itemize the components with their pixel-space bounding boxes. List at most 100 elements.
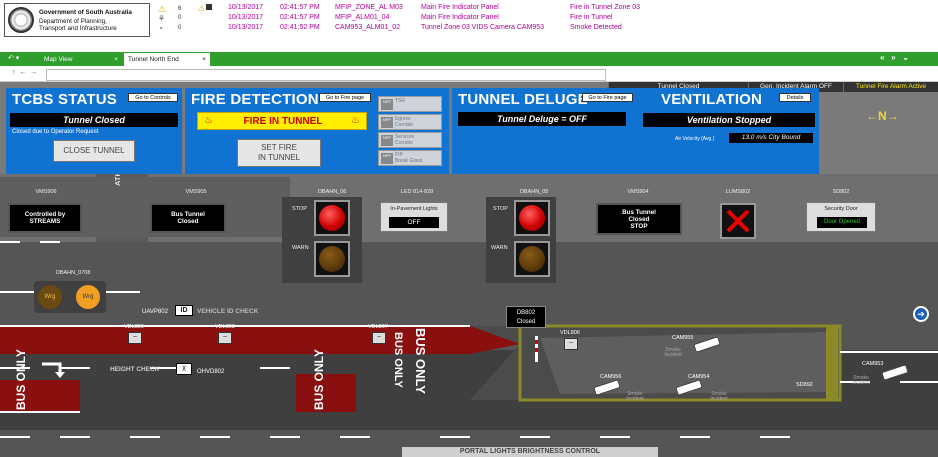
alarm-time: 02:41:57 PM: [280, 4, 320, 11]
fire-item-label-2: Break Glass: [395, 158, 423, 164]
cam953-smoke: Smoke Incident: [852, 375, 870, 386]
security-door[interactable]: Security Door Door Opened: [806, 202, 876, 232]
go-to-fire-page-button[interactable]: Go to Fire page: [319, 93, 371, 102]
warning-small-icon: ⚠: [198, 4, 206, 13]
alarm-count-2: 0: [178, 15, 182, 21]
lums802-sign[interactable]: [720, 203, 756, 239]
warn-label: WARN: [491, 245, 508, 251]
fire-item-label: TSR: [395, 98, 405, 104]
wrg-lamp-left: Wrg: [38, 285, 62, 309]
nav-arrows[interactable]: ↑ ← →: [12, 69, 37, 76]
alarm-date: 10/13/2017: [228, 24, 264, 31]
fire-item-tsr[interactable]: NFP TSR: [378, 96, 442, 112]
alarm-date: 10/13/2017: [228, 14, 264, 21]
logo-line-1: Government of South Australia: [39, 9, 132, 16]
address-input[interactable]: [46, 69, 606, 81]
ventilation-title: VENTILATION: [661, 91, 763, 108]
logo-line-2: Department of Planning,: [39, 18, 107, 25]
set-fire-in-tunnel-button[interactable]: SET FIRE IN TUNNEL: [237, 139, 321, 167]
air-velocity-value: 13.0 m/s City Bound: [729, 133, 813, 143]
fire-item-label-2: Corridor: [395, 140, 414, 146]
obahn0708-label: OBAHN_0708: [55, 270, 91, 276]
fire-item-break-glass[interactable]: NFP FIP Break Glass: [378, 150, 442, 166]
vdl809-icon[interactable]: ~: [128, 332, 142, 344]
close-icon[interactable]: ×: [114, 53, 118, 66]
bus-only-marking: BUS ONLY: [392, 332, 404, 388]
tunnel-deluge-panel: TUNNEL DELUGE Go to Fire page Tunnel Del…: [452, 88, 635, 174]
tab-label: Map View: [44, 56, 73, 63]
height-check-icon[interactable]: ⊼: [176, 363, 192, 375]
nfp-icon: NFP: [381, 117, 393, 128]
wrg-lamp-right: Wrg: [76, 285, 100, 309]
sa-seal-icon: [8, 7, 34, 33]
vdl808-label: VDL808: [215, 324, 235, 330]
vms-line: Closed: [628, 216, 650, 223]
vms904-sign[interactable]: Bus Tunnel Closed STOP: [596, 203, 682, 235]
tcbs-note: Closed due to Operator Request: [12, 129, 99, 135]
close-icon[interactable]: ×: [202, 53, 206, 66]
obahn06-signal[interactable]: STOP WARN: [282, 197, 362, 283]
fire-item-egress[interactable]: NFP Egress Corridor: [378, 114, 442, 130]
cam955-smoke: Smoke Incident: [664, 347, 682, 358]
tab-bar: ↶ ▾ Map View × Tunnel North End × « » ⌄: [0, 52, 938, 66]
tcbs-status-panel: TCBS STATUS Go to Controls Tunnel Closed…: [6, 88, 182, 174]
logo-line-3: Transport and Infrastructure: [39, 25, 117, 32]
fire-item-services[interactable]: NFP Services Corridor: [378, 132, 442, 148]
vdl807-icon[interactable]: ~: [372, 332, 386, 344]
obahn06-label: OBAHN_06: [317, 189, 347, 195]
alarm-time: 02:41:57 PM: [280, 14, 320, 21]
tab-tunnel-north-end[interactable]: Tunnel North End ×: [124, 53, 210, 66]
alarm-counters[interactable]: ⚠ 6 ⚘ 0 ◔ 0 ⚠: [158, 4, 214, 36]
led-label: LED 814-828: [400, 189, 434, 195]
address-bar: ↑ ← →: [0, 66, 938, 82]
back-menu-button[interactable]: ↶ ▾: [8, 54, 19, 62]
nfp-icon: NFP: [381, 135, 393, 146]
bus-only-marking: BUS ONLY: [14, 349, 28, 410]
vdl806-icon[interactable]: ~: [564, 338, 578, 350]
ventilation-details-button[interactable]: Details: [779, 93, 811, 102]
alarm-source: CAM953_ALM01_02: [335, 24, 400, 31]
go-to-controls-button[interactable]: Go to Controls: [128, 93, 178, 102]
stop-label: STOP: [493, 206, 508, 212]
security-door-value: Door Opened: [817, 217, 867, 228]
db802-status: Closed: [516, 319, 536, 325]
vms-line: Bus Tunnel: [171, 211, 205, 218]
close-tunnel-button[interactable]: CLOSE TUNNEL: [53, 140, 135, 162]
red-cross-icon: [726, 209, 750, 233]
tunnel-canvas: ATHENLEY DRIVE Tunnel Closed Gen. Incide…: [0, 82, 938, 457]
alarm-time: 02:41:52 PM: [280, 24, 320, 31]
portal-lights-label[interactable]: PORTAL LIGHTS BRIGHTNESS CONTROL: [402, 448, 658, 455]
vdl808-icon[interactable]: ~: [218, 332, 232, 344]
vms905-sign[interactable]: Bus Tunnel Closed: [150, 203, 226, 233]
govt-logo: Government of South Australia Department…: [4, 3, 150, 37]
in-pavement-lights[interactable]: In-Pavement Lights OFF: [380, 202, 448, 232]
db802-barrier[interactable]: DB802 Closed: [506, 306, 546, 328]
tcbs-title: TCBS STATUS: [12, 91, 117, 108]
vms906-sign[interactable]: Controlled by STREAMS: [8, 203, 82, 233]
sd892-label: SD892: [796, 382, 813, 388]
alarm-source: MFIP_ZONE_AL M03: [335, 4, 403, 11]
stop-label: STOP: [292, 206, 307, 212]
next-section-arrow-icon[interactable]: ➔: [913, 306, 929, 322]
vms906-label: VMS906: [35, 189, 57, 195]
obahn05-signal[interactable]: STOP WARN: [486, 197, 556, 283]
vms905-label: VMS905: [185, 189, 207, 195]
warn-lamp-frame: [514, 241, 550, 277]
cam956-label: CAM956: [600, 374, 622, 380]
uavp802-label: UAVP802: [142, 309, 168, 315]
tab-map-view[interactable]: Map View ×: [40, 53, 122, 66]
north-compass-icon: ←N→: [866, 109, 899, 123]
cam955-label: CAM955: [672, 335, 694, 341]
flame-icon: ♨: [351, 115, 360, 126]
deluge-title: TUNNEL DELUGE: [458, 91, 588, 108]
alarm-source: MFIP_ALM01_04: [335, 14, 390, 21]
tab-scroll-arrows[interactable]: « » ⌄: [880, 53, 909, 62]
security-door-title: Security Door: [824, 206, 858, 212]
obahn0708-signal[interactable]: Wrg Wrg: [34, 281, 106, 313]
cam954-smoke: Smoke Incident: [710, 391, 728, 402]
tcbs-display: Tunnel Closed: [10, 113, 178, 127]
id-check-icon[interactable]: ID: [175, 305, 193, 316]
shelved-icon: ◔: [158, 24, 163, 33]
fire-title: FIRE DETECTION: [191, 91, 319, 108]
deluge-go-to-fire-page-button[interactable]: Go to Fire page: [582, 93, 633, 102]
